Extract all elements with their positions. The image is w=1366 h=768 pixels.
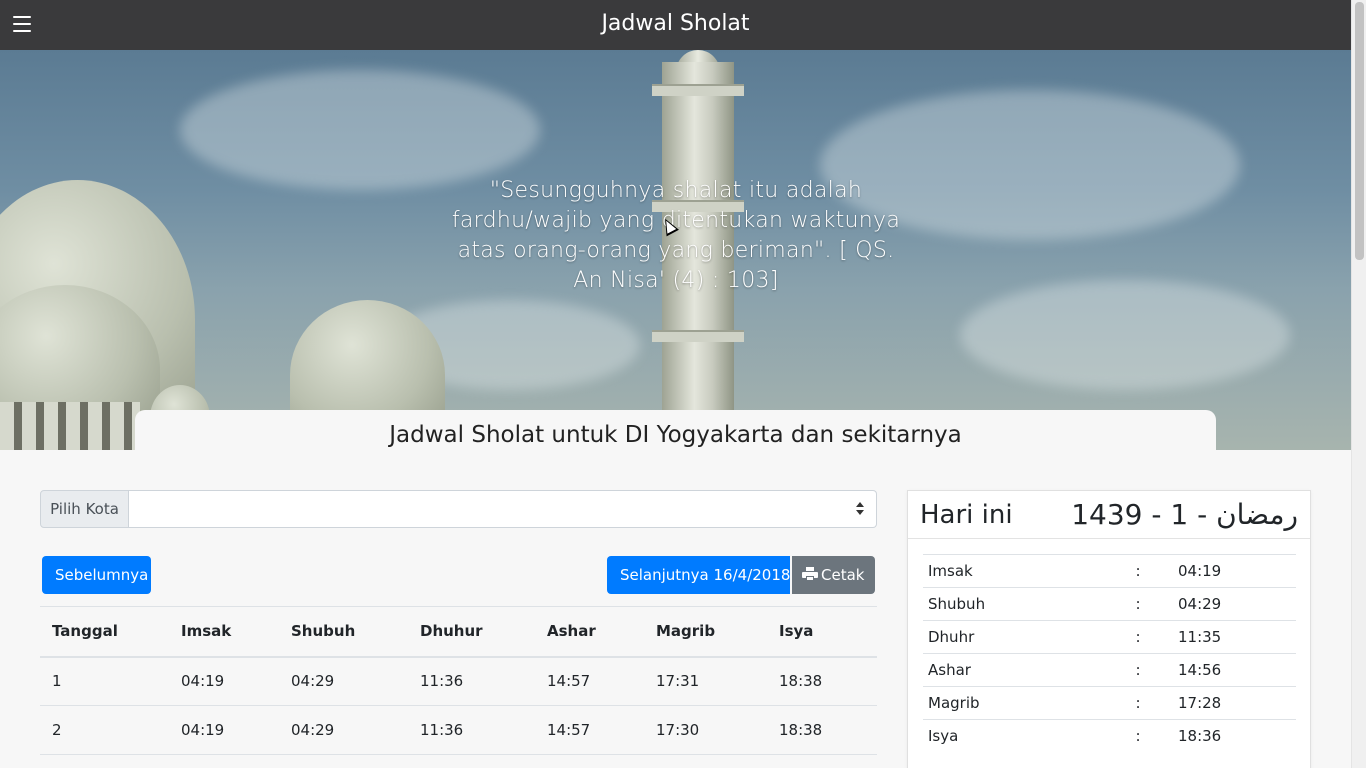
today-label: Hari ini [920,500,1013,530]
city-select[interactable] [129,490,877,528]
col-header-tanggal: Tanggal [40,606,169,658]
prayer-name: Magrib [923,686,1103,720]
table-row: 1 04:19 04:29 11:36 14:57 17:31 18:38 [40,656,877,706]
title-card: Jadwal Sholat untuk DI Yogyakarta dan se… [135,410,1216,460]
page-title: Jadwal Sholat untuk DI Yogyakarta dan se… [389,422,962,448]
print-button[interactable]: Cetak [792,556,875,594]
navbar-title: Jadwal Sholat [601,11,750,36]
table-cell: 17:30 [644,705,767,755]
hijri-date: 1439 - 1 - رمضان [1071,498,1298,531]
schedule-header-row: Tanggal Imsak Shubuh Dhuhur Ashar Magrib… [40,606,877,658]
separator: : [1103,653,1173,687]
navbar: Jadwal Sholat [0,0,1351,50]
today-times-table: Imsak : 04:19 Shubuh : 04:29 Dhuhr : 11:… [923,554,1296,753]
today-row-magrib: Magrib : 17:28 [923,686,1296,720]
today-row-ashar: Ashar : 14:56 [923,653,1296,687]
prayer-time: 11:35 [1173,620,1296,654]
schedule-table: Tanggal Imsak Shubuh Dhuhur Ashar Magrib… [40,606,877,755]
table-row: 2 04:19 04:29 11:36 14:57 17:30 18:38 [40,705,877,755]
prayer-name: Ashar [923,653,1103,687]
col-header-magrib: Magrib [644,606,767,658]
col-header-imsak: Imsak [169,606,279,658]
table-cell: 1 [40,656,169,706]
table-cell: 04:29 [279,705,408,755]
prayer-name: Isya [923,719,1103,753]
today-card: Hari ini 1439 - 1 - رمضان Imsak : 04:19 … [907,490,1311,768]
prayer-name: Shubuh [923,587,1103,621]
col-header-dhuhur: Dhuhur [408,606,535,658]
scrollbar-thumb[interactable] [1355,2,1364,260]
city-select-label: Pilih Kota [40,490,129,528]
today-header: Hari ini 1439 - 1 - رمضان [908,491,1310,539]
hero-banner: "Sesungguhnya shalat itu adalah fardhu/w… [0,50,1351,450]
col-header-isya: Isya [767,606,877,658]
separator: : [1103,620,1173,654]
table-cell: 18:38 [767,656,877,706]
table-cell: 04:19 [169,656,279,706]
table-cell: 2 [40,705,169,755]
col-header-shubuh: Shubuh [279,606,408,658]
select-arrows-icon [856,502,864,516]
hero-quote: "Sesungguhnya shalat itu adalah fardhu/w… [451,178,901,293]
prayer-time: 18:36 [1173,719,1296,753]
page-scrollbar[interactable] [1351,0,1366,768]
table-cell: 17:31 [644,656,767,706]
prayer-time: 04:29 [1173,587,1296,621]
prayer-time: 17:28 [1173,686,1296,720]
table-cell: 14:57 [535,705,644,755]
separator: : [1103,686,1173,720]
prayer-name: Imsak [923,554,1103,588]
today-row-shubuh: Shubuh : 04:29 [923,587,1296,621]
previous-button[interactable]: Sebelumnya [42,556,151,594]
today-row-imsak: Imsak : 04:19 [923,554,1296,588]
prayer-name: Dhuhr [923,620,1103,654]
separator: : [1103,554,1173,588]
prayer-time: 04:19 [1173,554,1296,588]
city-select-group: Pilih Kota [40,490,877,528]
print-button-label: Cetak [821,566,865,584]
prayer-time: 14:56 [1173,653,1296,687]
table-cell: 04:29 [279,656,408,706]
separator: : [1103,719,1173,753]
table-cell: 14:57 [535,656,644,706]
printer-icon [802,567,818,581]
table-cell: 18:38 [767,705,877,755]
table-cell: 11:36 [408,656,535,706]
col-header-ashar: Ashar [535,606,644,658]
table-cell: 04:19 [169,705,279,755]
today-row-dhuhr: Dhuhr : 11:35 [923,620,1296,654]
separator: : [1103,587,1173,621]
today-row-isya: Isya : 18:36 [923,719,1296,753]
next-button[interactable]: Selanjutnya 16/4/2018 [607,556,790,594]
table-cell: 11:36 [408,705,535,755]
